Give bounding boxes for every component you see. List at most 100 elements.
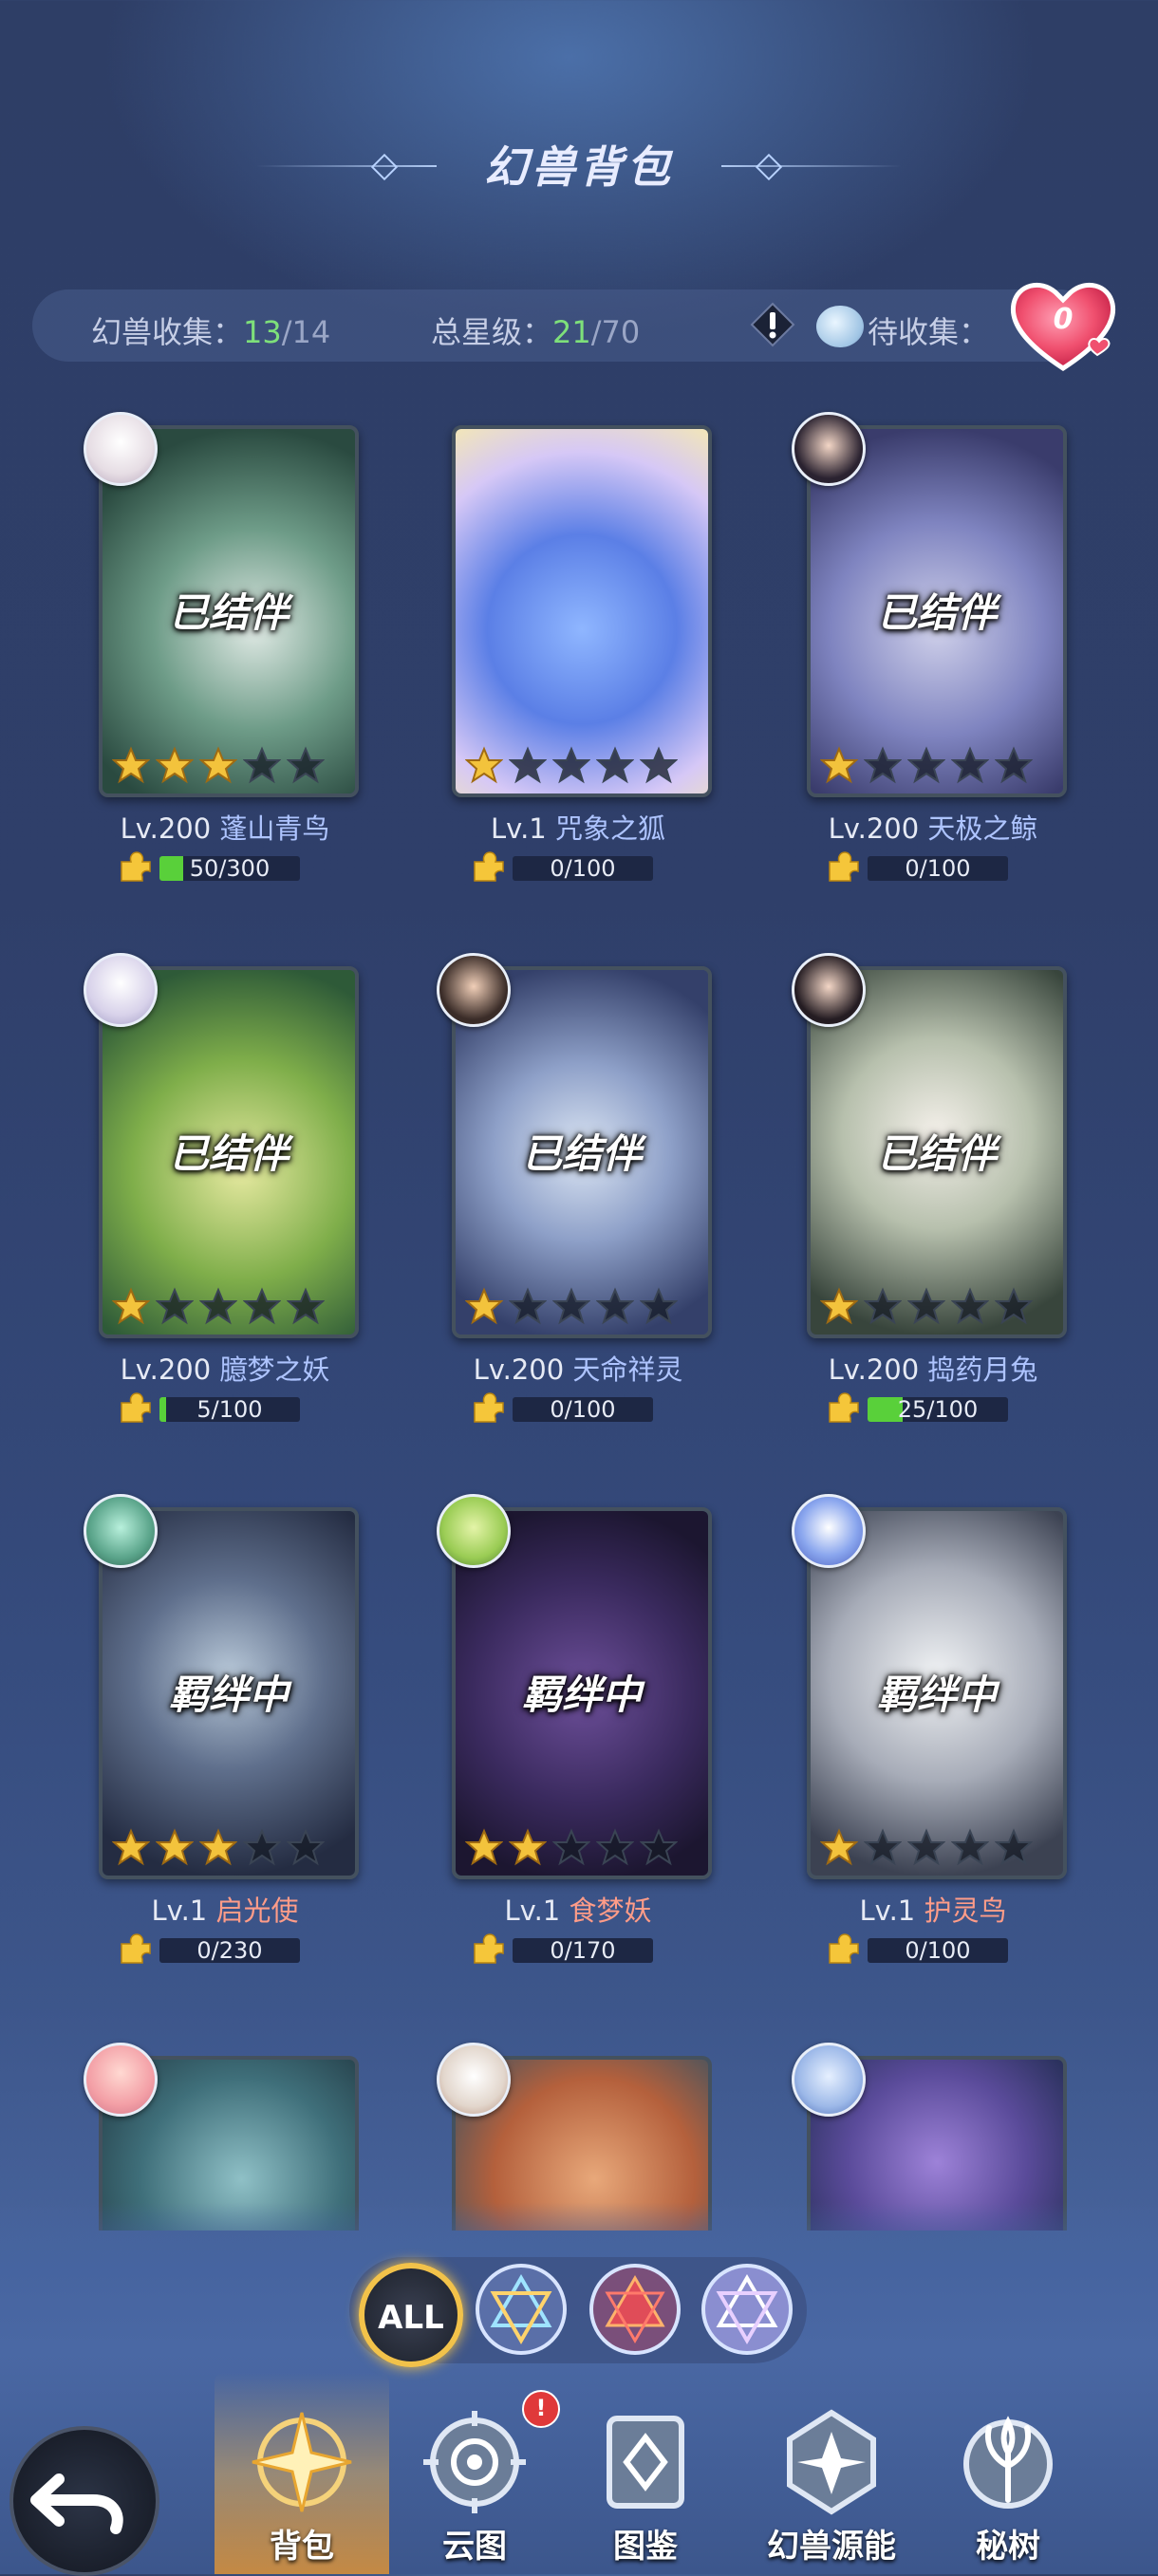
pending-stat: 待收集： [868,308,989,352]
beast-caption: Lv.200 蓬山青鸟 [54,807,396,847]
star-empty-icon [640,1287,678,1325]
star-empty-icon [864,746,902,784]
star-empty-icon [640,746,678,784]
beast-name: 咒象之狐 [554,812,665,845]
puzzle-piece-icon [121,851,151,882]
star-empty-icon [243,746,281,784]
cloud-map-icon [423,2411,526,2513]
star-filled-icon [820,746,858,784]
info-alert-icon[interactable] [750,302,795,347]
heart-icon[interactable]: 0 [1006,273,1120,378]
puzzle-piece-icon [829,851,859,882]
fragment-progress: 50/300 [118,850,308,883]
fragment-progress: 0/100 [826,850,1016,883]
bag-star-icon [252,2412,352,2512]
nav-tree-label: 秘树 [976,2528,1040,2566]
fragment-progress: 0/100 [471,1391,661,1424]
filter-element-1-button[interactable] [475,2263,568,2356]
puzzle-piece-icon [121,1392,151,1423]
beast-art [456,429,708,793]
beast-card[interactable] [452,425,712,797]
nav-guide[interactable]: 图鉴 [570,2401,721,2574]
header: 幻兽背包 [0,133,1158,199]
star-empty-icon [287,1828,325,1866]
stats-bar: 幻兽收集：13/14 总星级：21/70 待收集： [32,289,1095,362]
fragment-progress: 0/100 [471,850,661,883]
avatar [84,412,158,486]
star-empty-icon [907,1828,945,1866]
title-diamond-right [755,153,783,181]
star-filled-icon [509,1828,547,1866]
star-filled-icon [112,1828,150,1866]
star-empty-icon [552,746,590,784]
star-rating [465,746,678,784]
progress-text: 0/100 [550,1397,616,1422]
progress-bar: 0/100 [868,856,1008,881]
guide-book-icon [607,2416,684,2509]
back-button[interactable] [9,2426,159,2576]
star-filled-icon [156,746,194,784]
beast-caption: Lv.200 捣药月兔 [762,1348,1104,1388]
progress-text: 25/100 [897,1397,979,1422]
star-label: 总星级： [431,314,553,350]
progress-text: 0/170 [550,1938,616,1963]
star-empty-icon [199,1287,237,1325]
nav-tree[interactable]: 秘树 [932,2401,1084,2574]
star-empty-icon [596,1287,634,1325]
fragment-progress: 0/230 [118,1932,308,1965]
star-empty-icon [907,746,945,784]
filter-element-3-button[interactable] [700,2263,794,2356]
nav-source[interactable]: 幻兽源能 [756,2401,907,2574]
progress-bar: 0/100 [868,1938,1008,1963]
beast-caption: Lv.1 咒象之狐 [407,807,749,847]
source-energy-icon [787,2409,876,2515]
star-rating [465,1287,678,1325]
card-status: 羁绊中 [168,1671,289,1718]
star-empty-icon [243,1828,281,1866]
nav-cloud[interactable]: 云图 [399,2401,551,2574]
pending-label: 待收集： [868,314,990,350]
beast-level: Lv.200 [120,812,212,845]
beast-level: Lv.1 [151,1895,208,1927]
star-empty-icon [596,746,634,784]
avatar [437,953,511,1027]
nav-bag[interactable]: 背包 [226,2401,378,2574]
star-empty-icon [287,746,325,784]
beast-name: 捣药月兔 [927,1353,1038,1386]
avatar [437,2043,511,2117]
star-empty-icon [243,1287,281,1325]
star-rating [465,1828,678,1866]
beast-name: 天极之鲸 [927,812,1038,845]
star-empty-icon [552,1828,590,1866]
title-diamond-left [370,153,399,181]
progress-bar: 0/100 [513,1397,653,1422]
star-empty-icon [951,746,989,784]
beast-name: 蓬山青鸟 [219,812,330,845]
star-empty-icon [509,746,547,784]
star-filled-icon [199,1828,237,1866]
progress-text: 0/100 [905,1938,971,1963]
star-stat: 总星级：21/70 [431,308,640,352]
filter-all-button[interactable]: ALL [359,2263,463,2367]
back-arrow-icon [30,2473,123,2534]
star-rating [820,1828,1033,1866]
beast-name: 天命祥灵 [572,1353,683,1386]
star-rating [820,1287,1033,1325]
progress-text: 0/100 [905,856,971,881]
star-have: 21 [552,314,591,350]
filter-element-2-button[interactable] [588,2263,682,2356]
beast-name: 臆梦之妖 [219,1353,330,1386]
beast-level: Lv.200 [828,812,920,845]
collect-sep: / [281,314,292,350]
title-deco-right [721,165,902,167]
avatar [84,953,158,1027]
collect-total: 14 [291,314,331,350]
beast-caption: Lv.1 启光使 [54,1889,396,1929]
star-rating [112,1828,325,1866]
puzzle-piece-icon [474,851,504,882]
puzzle-piece-icon [829,1933,859,1964]
star-rating [112,746,325,784]
puzzle-piece-icon [121,1933,151,1964]
star-filled-icon [465,1287,503,1325]
star-empty-icon [907,1287,945,1325]
